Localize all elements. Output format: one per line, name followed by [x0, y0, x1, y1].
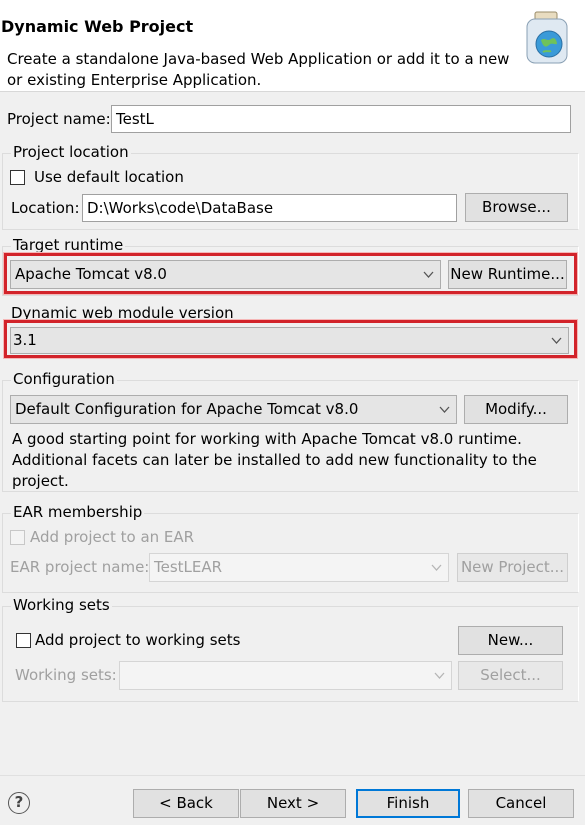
- chevron-down-icon: [551, 337, 562, 344]
- use-default-location-checkbox[interactable]: [10, 170, 25, 185]
- chevron-down-icon: [423, 271, 434, 278]
- working-sets-label: Working sets:: [15, 666, 117, 684]
- working-sets-select[interactable]: [119, 661, 452, 690]
- configuration-selected: Default Configuration for Apache Tomcat …: [15, 400, 359, 418]
- ear-membership-group-label: EAR membership: [11, 503, 145, 521]
- chevron-down-icon: [439, 406, 450, 413]
- module-version-selected: 3.1: [13, 331, 37, 349]
- new-working-set-button[interactable]: New...: [458, 626, 563, 655]
- add-to-working-sets-label: Add project to working sets: [35, 631, 241, 649]
- project-name-input[interactable]: TestL: [111, 105, 571, 133]
- wizard-description: Create a standalone Java-based Web Appli…: [7, 50, 510, 89]
- help-icon[interactable]: ?: [8, 792, 30, 814]
- back-button[interactable]: < Back: [133, 789, 239, 818]
- target-runtime-group-label: Target runtime: [11, 236, 126, 254]
- target-runtime-selected: Apache Tomcat v8.0: [15, 265, 167, 283]
- project-location-group-label: Project location: [11, 143, 131, 161]
- ear-project-name-label: EAR project name:: [10, 558, 150, 576]
- configuration-select[interactable]: Default Configuration for Apache Tomcat …: [10, 395, 457, 424]
- next-button[interactable]: Next >: [240, 789, 346, 818]
- new-ear-project-button[interactable]: New Project...: [457, 553, 568, 582]
- add-to-ear-checkbox[interactable]: [10, 530, 25, 545]
- select-working-sets-button[interactable]: Select...: [458, 661, 563, 690]
- finish-button[interactable]: Finish: [356, 789, 460, 818]
- cancel-button[interactable]: Cancel: [468, 789, 574, 818]
- module-version-select[interactable]: 3.1: [10, 327, 569, 354]
- ear-project-name-select[interactable]: TestLEAR: [149, 553, 449, 582]
- use-default-location-label: Use default location: [34, 168, 184, 186]
- ear-project-name-value: TestLEAR: [154, 558, 223, 576]
- working-sets-group-label: Working sets: [11, 596, 112, 614]
- chevron-down-icon: [431, 564, 442, 571]
- configuration-description: A good starting point for working with A…: [12, 430, 537, 490]
- modify-button[interactable]: Modify...: [464, 395, 568, 424]
- new-runtime-button[interactable]: New Runtime...: [448, 260, 567, 289]
- add-to-working-sets-checkbox[interactable]: [16, 633, 31, 648]
- wizard-title: Dynamic Web Project: [1, 17, 194, 36]
- location-input[interactable]: D:\Works\code\DataBase: [82, 194, 457, 222]
- footer-divider: [0, 775, 585, 776]
- target-runtime-select[interactable]: Apache Tomcat v8.0: [10, 260, 441, 289]
- configuration-group-label: Configuration: [11, 370, 117, 388]
- web-project-jar-icon: [526, 11, 568, 64]
- project-name-label: Project name:: [7, 110, 111, 128]
- chevron-down-icon: [434, 672, 445, 679]
- add-to-ear-label: Add project to an EAR: [30, 528, 195, 546]
- wizard-header: Dynamic Web Project Create a standalone …: [0, 0, 585, 92]
- browse-button[interactable]: Browse...: [465, 193, 568, 222]
- location-label: Location:: [11, 199, 80, 217]
